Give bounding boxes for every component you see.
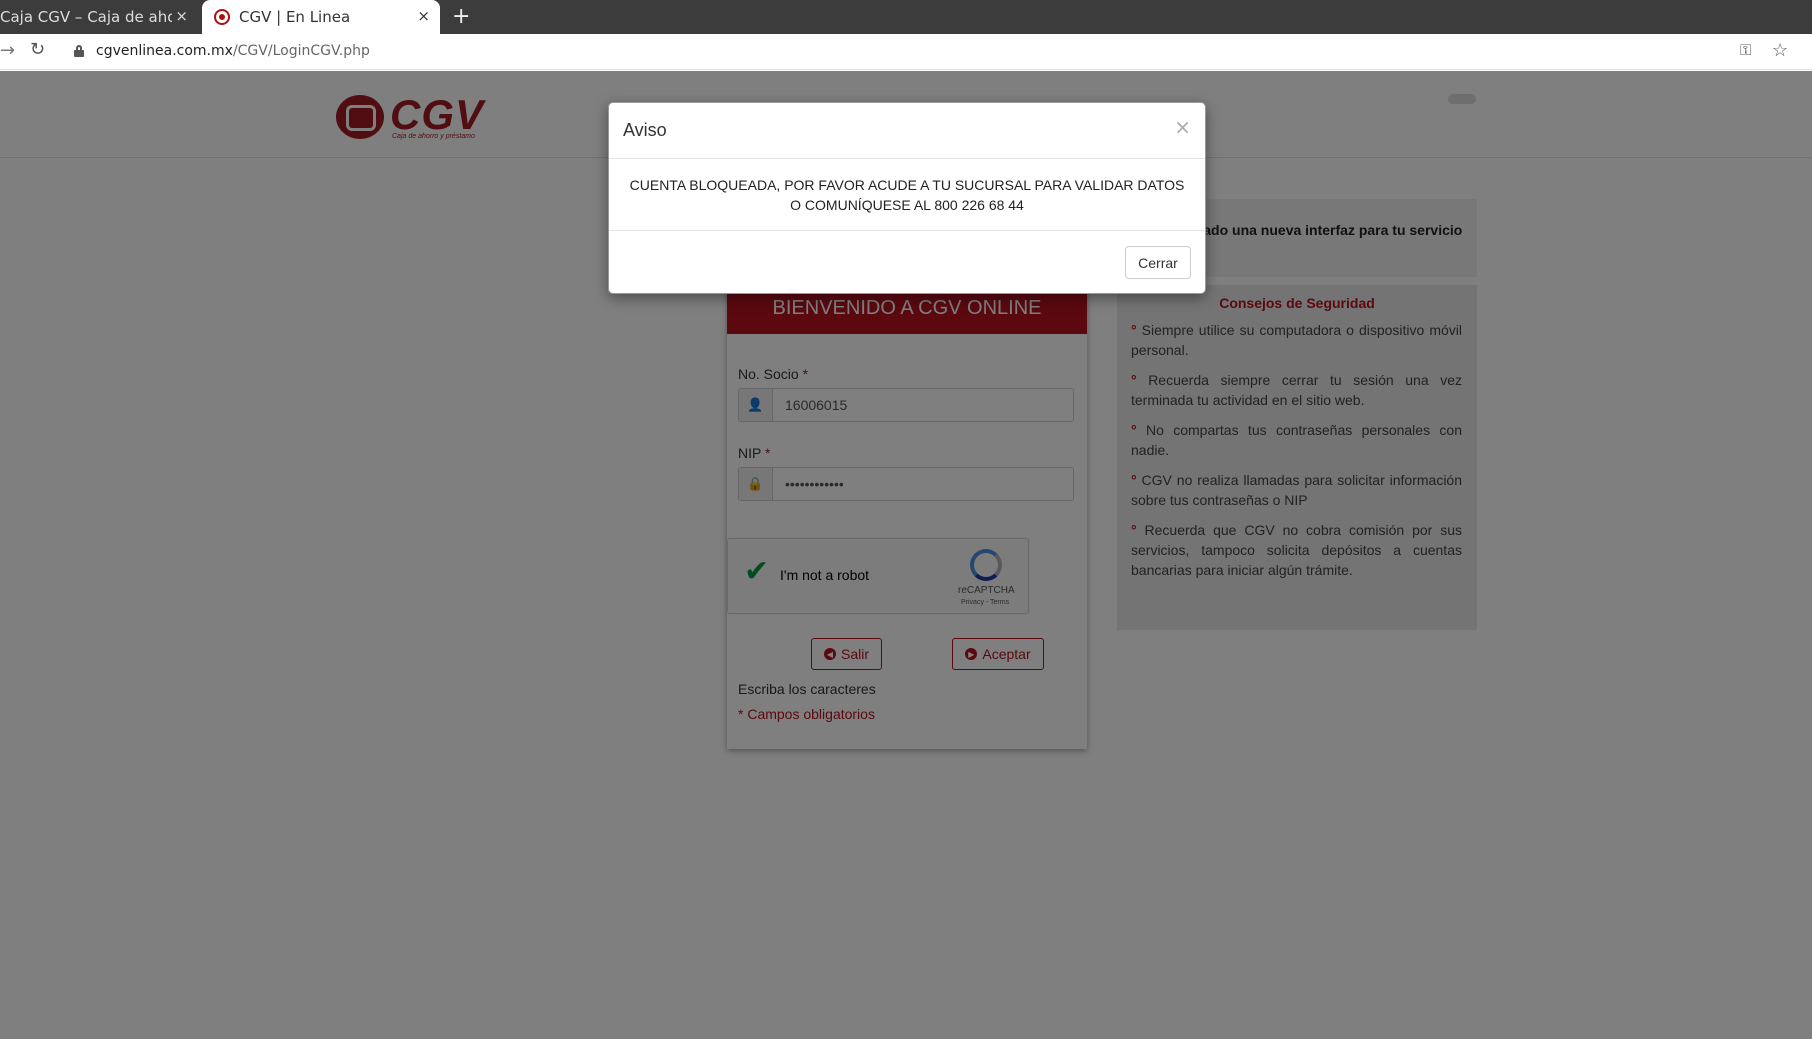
browser-tab-bar: Caja CGV – Caja de ahorro × CGV | En Lin…: [0, 0, 1812, 34]
tab-close-icon[interactable]: ×: [175, 7, 188, 25]
new-tab-button[interactable]: +: [452, 4, 470, 29]
browser-tab-inactive[interactable]: Caja CGV – Caja de ahorro ×: [0, 0, 198, 34]
modal-header: Aviso ×: [609, 103, 1205, 159]
tab-title: Caja CGV – Caja de ahorro: [0, 8, 172, 26]
tab-close-icon[interactable]: ×: [417, 7, 430, 25]
modal-body: CUENTA BLOQUEADA, POR FAVOR ACUDE A TU S…: [609, 159, 1205, 231]
modal-message-line2: O COMUNÍQUESE AL 800 226 68 44: [790, 197, 1024, 213]
cgv-favicon-icon: [214, 9, 230, 25]
browser-tab-active[interactable]: CGV | En Linea ×: [202, 0, 440, 34]
close-icon[interactable]: ×: [1174, 115, 1191, 139]
forward-icon[interactable]: →: [0, 40, 15, 61]
tab-title: CGV | En Linea: [239, 8, 351, 26]
url-field[interactable]: cgvenlinea.com.mx/CGV/LoginCGV.php: [96, 43, 370, 59]
lock-icon[interactable]: [74, 45, 84, 57]
modal-title: Aviso: [623, 120, 667, 140]
bookmark-star-icon[interactable]: ☆: [1772, 40, 1788, 61]
address-bar: → ↻ cgvenlinea.com.mx/CGV/LoginCGV.php ⚿…: [0, 34, 1812, 70]
aviso-modal: Aviso × CUENTA BLOQUEADA, POR FAVOR ACUD…: [608, 102, 1206, 294]
modal-message-line1: CUENTA BLOQUEADA, POR FAVOR ACUDE A TU S…: [629, 177, 1185, 193]
key-icon[interactable]: ⚿: [1740, 42, 1751, 59]
cerrar-button[interactable]: Cerrar: [1125, 246, 1191, 279]
reload-icon[interactable]: ↻: [30, 39, 45, 60]
